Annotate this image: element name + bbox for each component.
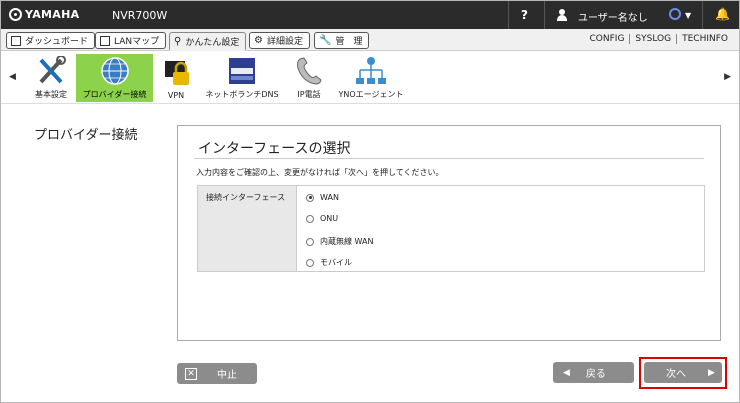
toolbar-label: YNOエージェント [338,90,404,99]
phone-icon [293,56,325,86]
radio-label: モバイル [320,258,352,267]
tab-label: ダッシュボード [25,37,89,47]
user-icon [557,9,567,21]
status-indicator-icon[interactable] [669,8,681,20]
close-icon: ✕ [185,367,197,380]
toolbar-item-netvolante-dns[interactable]: ネットボランチDNS [203,54,281,102]
tab-easy-setup[interactable]: ⚲ かんたん設定 [169,32,247,51]
toolbar-label: ネットボランチDNS [205,90,279,99]
radio-button[interactable] [306,193,314,202]
yamaha-emblem-icon [9,8,22,21]
link-syslog[interactable]: SYSLOG [629,34,676,44]
toolbar-item-ip-phone[interactable]: IP電話 [292,54,326,102]
toolbar-item-provider-connection[interactable]: プロバイダー接続 [76,54,153,102]
arrow-left-icon: ◀ [563,367,570,378]
section-title: プロバイダー接続 [34,128,138,143]
instruction-text: 入力内容をご確認の上、変更がなければ「次へ」を押してください。 [196,168,444,177]
interface-selection-panel: インターフェースの選択 入力内容をご確認の上、変更がなければ「次へ」を押してくだ… [177,125,721,341]
radio-button[interactable] [306,258,314,267]
radio-label: 内蔵無線 WAN [320,237,374,246]
tab-advanced-settings[interactable]: ⚙ 詳細設定 [249,32,310,49]
back-button[interactable]: ◀ 戻る [553,362,634,383]
tab-management[interactable]: 🔧 管 理 [314,32,370,49]
link-techinfo[interactable]: TECHINFO [676,34,733,44]
user-name[interactable]: ユーザー名なし [578,9,648,24]
divider [544,1,545,29]
toolbar-label: IP電話 [297,90,321,99]
toolbar-item-vpn[interactable]: VPN [159,54,193,102]
setup-toolbar: ◀ 基本設定 プロバイダー接続 VPN ネットボランチDNS IP電話 YNOエ… [1,52,739,104]
radio-label: WAN [320,193,339,202]
wand-icon: ⚲ [174,35,182,47]
globe-icon [99,56,131,86]
utility-links: CONFIG SYSLOG TECHINFO [585,34,733,44]
divider [508,1,509,29]
divider [194,158,704,159]
lock-icon [160,58,192,88]
dns-icon [226,56,258,86]
scroll-left-arrow-icon[interactable]: ◀ [9,72,16,82]
scroll-right-arrow-icon[interactable]: ▶ [724,72,731,82]
toolbar-label: プロバイダー接続 [82,90,147,99]
radio-button[interactable] [306,237,314,246]
wrench-icon: 🔧 [319,35,332,46]
bell-icon[interactable]: 🔔 [715,7,730,21]
yamaha-logo: YAMAHA [9,8,79,21]
toolbar-label: VPN [167,91,185,100]
top-bar: YAMAHA NVR700W ? ユーザー名なし ▼ 🔔 [1,1,739,29]
button-label: 中止 [217,370,237,381]
toolbar-item-basic-settings[interactable]: 基本設定 [31,54,71,102]
toolbar-item-yno-agent[interactable]: YNOエージェント [335,54,407,102]
cancel-button[interactable]: ✕ 中止 [177,363,257,384]
model-name: NVR700W [112,9,168,22]
tab-label: LANマップ [114,37,160,47]
tab-dashboard[interactable]: ダッシュボード [6,32,96,49]
chevron-down-icon[interactable]: ▼ [685,11,691,20]
radio-label: ONU [320,214,339,223]
radio-option-mobile[interactable]: モバイル [306,257,352,268]
interface-form: 接続インターフェース WAN ONU 内蔵無線 WAN モバイル [197,185,705,272]
link-config[interactable]: CONFIG [585,34,630,44]
radio-option-wan[interactable]: WAN [306,193,339,202]
field-label: 接続インターフェース [198,186,297,271]
tab-label: 詳細設定 [266,37,303,47]
dashboard-icon [11,35,21,46]
next-button[interactable]: 次へ ▶ [644,362,722,383]
tab-label: 管 理 [335,37,363,47]
tools-icon [35,55,67,86]
button-label: 戻る [585,369,606,380]
arrow-right-icon: ▶ [708,367,715,378]
help-button[interactable]: ? [521,8,528,22]
radio-option-internal-wireless-wan[interactable]: 内蔵無線 WAN [306,236,373,247]
toolbar-label: 基本設定 [35,90,67,99]
tab-lan-map[interactable]: LANマップ [95,32,167,49]
brand-text: YAMAHA [25,8,80,21]
radio-option-onu[interactable]: ONU [306,214,338,223]
button-label: 次へ [666,369,686,380]
main-tabs: ダッシュボード LANマップ ⚲ かんたん設定 ⚙ 詳細設定 🔧 管 理 CON… [1,29,739,51]
tab-label: かんたん設定 [185,37,240,48]
network-icon [355,56,387,86]
gear-icon: ⚙ [254,35,263,46]
divider [702,1,703,29]
radio-button[interactable] [306,214,314,223]
lan-map-icon [100,35,110,46]
panel-title: インターフェースの選択 [198,141,351,157]
